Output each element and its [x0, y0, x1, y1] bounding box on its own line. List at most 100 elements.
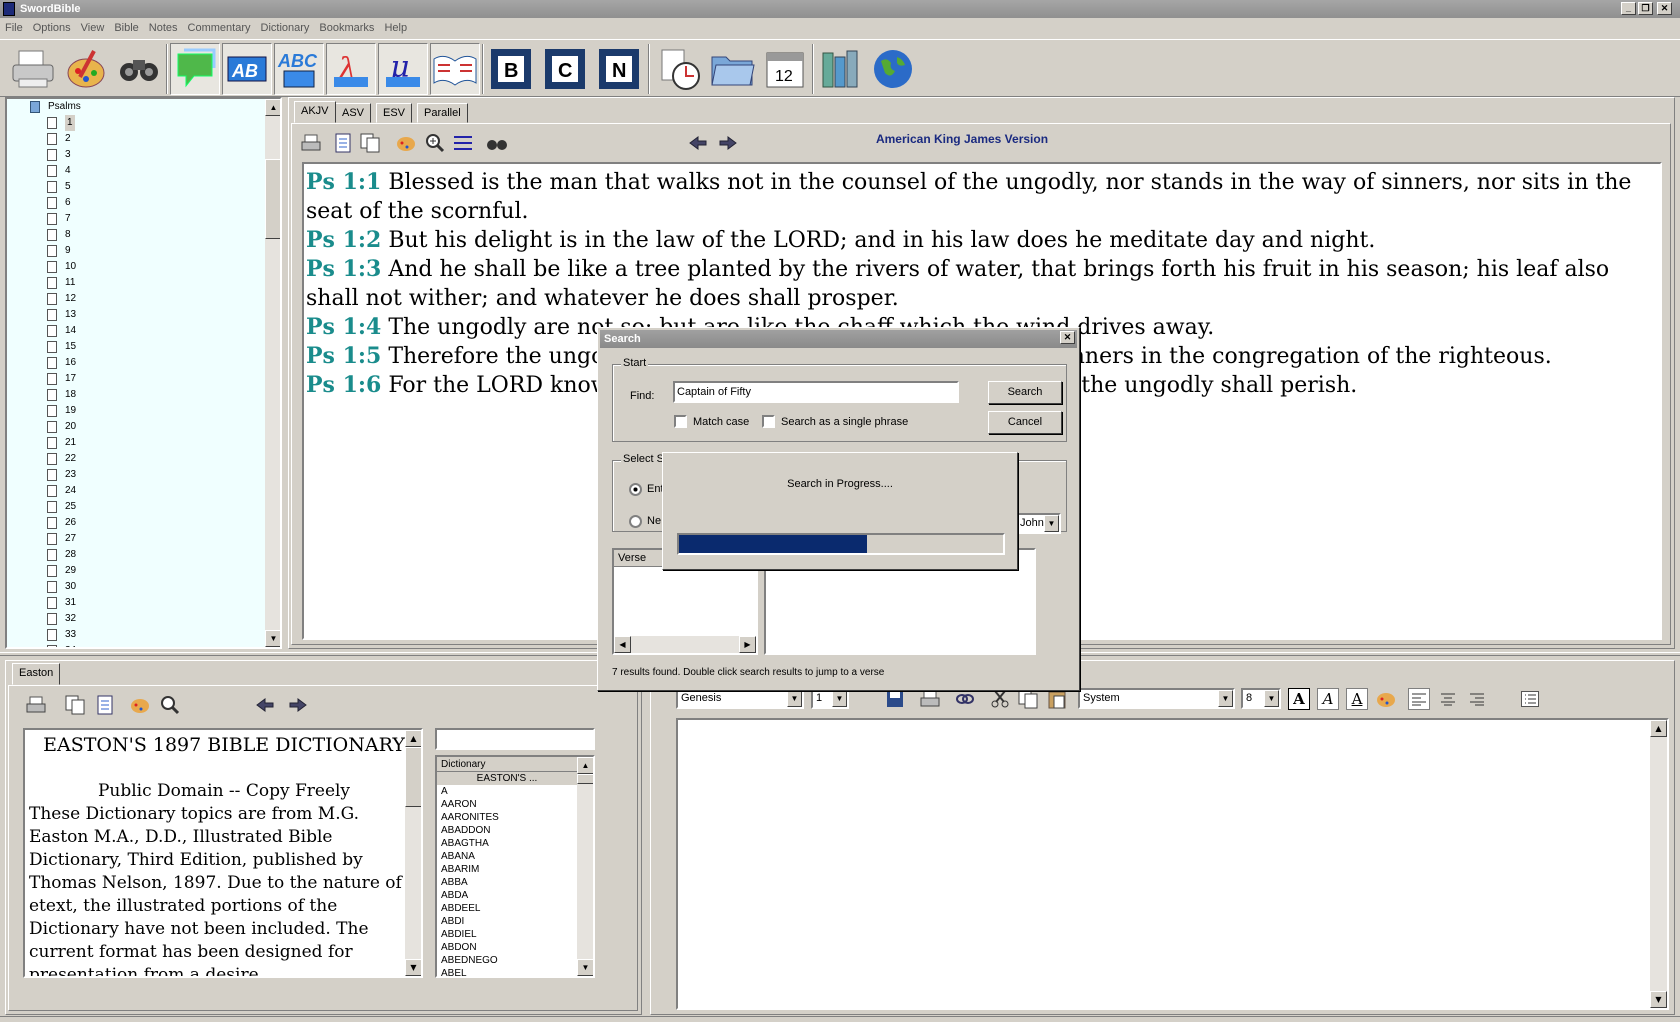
dictionary-entry[interactable]: ABDA: [437, 889, 593, 902]
dictionary-selected[interactable]: EASTON'S ...: [437, 772, 577, 785]
bold-button[interactable]: A: [1288, 688, 1310, 710]
open-folder-button[interactable]: [708, 43, 758, 95]
scroll-left-button[interactable]: ◀: [614, 636, 631, 653]
calendar-button[interactable]: 12: [760, 43, 810, 95]
verse-ref[interactable]: Ps 1:2: [306, 227, 381, 253]
menu-notes[interactable]: Notes: [144, 18, 183, 38]
underline-button[interactable]: A: [1346, 688, 1368, 710]
verse-ref[interactable]: Ps 1:3: [306, 256, 381, 282]
italic-button[interactable]: A: [1317, 688, 1339, 710]
align-right-icon[interactable]: [1466, 688, 1488, 710]
font-select[interactable]: System ▼: [1078, 688, 1235, 709]
scroll-up-button[interactable]: ▲: [1650, 720, 1667, 737]
menu-file[interactable]: File: [0, 18, 28, 38]
search-button[interactable]: [114, 43, 164, 95]
dictionary-button[interactable]: AB: [222, 43, 272, 95]
verse-ref[interactable]: Ps 1:4: [306, 314, 381, 340]
cut-icon[interactable]: [989, 688, 1011, 710]
forward-arrow-icon[interactable]: [287, 694, 309, 716]
dictionary-entry[interactable]: ABDIEL: [437, 928, 593, 941]
results-hscroll[interactable]: ◀ ▶: [614, 636, 756, 653]
verse[interactable]: Ps 1:2 But his delight is in the law of …: [306, 226, 1658, 255]
tree-scrollbar[interactable]: ▲ ▼: [265, 99, 280, 647]
back-arrow-icon[interactable]: [254, 694, 276, 716]
align-center-icon[interactable]: [1437, 688, 1459, 710]
dictionary-entry[interactable]: ABADDON: [437, 824, 593, 837]
print-button[interactable]: [8, 43, 58, 95]
tab-easton[interactable]: Easton: [12, 663, 61, 685]
dictionary-entry[interactable]: ABDON: [437, 941, 593, 954]
print-icon[interactable]: [300, 132, 322, 154]
maximize-button[interactable]: ❐: [1638, 2, 1653, 15]
menu-dictionary[interactable]: Dictionary: [256, 18, 315, 38]
verse-ref[interactable]: Ps 1:5: [306, 343, 381, 369]
dictionary-entry[interactable]: ABARIM: [437, 863, 593, 876]
search-submit-button[interactable]: Search: [988, 381, 1062, 404]
scroll-up-button[interactable]: ▲: [265, 99, 280, 116]
bookmark-c-button[interactable]: C: [540, 43, 590, 95]
new-testament-radio[interactable]: [629, 515, 642, 528]
chevron-down-icon[interactable]: ▼: [832, 690, 847, 707]
menu-options[interactable]: Options: [28, 18, 76, 38]
dictionary-entry[interactable]: ABEL: [437, 967, 593, 976]
dictionary-entry[interactable]: ABBA: [437, 876, 593, 889]
verse-ref[interactable]: Ps 1:1: [306, 169, 381, 195]
scroll-thumb[interactable]: [405, 747, 421, 807]
bookmark-b-button[interactable]: B: [486, 43, 536, 95]
dictionary-entry[interactable]: ABANA: [437, 850, 593, 863]
copy-icon[interactable]: [64, 694, 86, 716]
dictionary-text-scrollbar[interactable]: ▲ ▼: [405, 730, 421, 976]
scroll-down-button[interactable]: ▼: [1650, 991, 1667, 1008]
dictionary-list-scrollbar[interactable]: ▲ ▼: [577, 757, 593, 976]
print-icon[interactable]: [919, 688, 941, 710]
scroll-down-button[interactable]: ▼: [577, 959, 593, 976]
palette-icon[interactable]: [1375, 688, 1397, 710]
notes-book-select[interactable]: Genesis ▼: [676, 688, 804, 709]
tab-asv[interactable]: ASV: [335, 103, 372, 123]
history-button[interactable]: [656, 43, 706, 95]
tab-esv[interactable]: ESV: [376, 103, 413, 123]
dictionary-entry[interactable]: ABDEEL: [437, 902, 593, 915]
menu-commentary[interactable]: Commentary: [183, 18, 256, 38]
link-icon[interactable]: [954, 688, 976, 710]
minimize-button[interactable]: _: [1621, 2, 1636, 15]
web-button[interactable]: [868, 43, 918, 95]
forward-arrow-icon[interactable]: [717, 132, 739, 154]
copy-icon[interactable]: [1017, 688, 1039, 710]
dictionary-entry[interactable]: AARON: [437, 798, 593, 811]
scroll-up-button[interactable]: ▲: [577, 757, 593, 774]
entire-bible-radio[interactable]: [629, 483, 642, 496]
binoculars-icon[interactable]: [486, 132, 508, 154]
verse[interactable]: Ps 1:1 Blessed is the man that walks not…: [306, 168, 1658, 226]
dictionary-search-input[interactable]: [435, 728, 595, 750]
scroll-thumb[interactable]: [577, 774, 593, 784]
copy-icon[interactable]: [359, 132, 381, 154]
color-settings-button[interactable]: [61, 43, 111, 95]
save-icon[interactable]: [884, 688, 906, 710]
dictionary-entry[interactable]: AARONITES: [437, 811, 593, 824]
dictionary-entry[interactable]: ABEDNEGO: [437, 954, 593, 967]
dictionary-entry[interactable]: ABDI: [437, 915, 593, 928]
back-arrow-icon[interactable]: [687, 132, 709, 154]
bookmark-n-button[interactable]: N: [594, 43, 644, 95]
scroll-down-button[interactable]: ▼: [265, 630, 280, 647]
library-button[interactable]: [816, 43, 866, 95]
copy-doc-icon[interactable]: [332, 132, 354, 154]
palette-icon[interactable]: [129, 694, 151, 716]
zoom-icon[interactable]: [424, 132, 446, 154]
verse-ref[interactable]: Ps 1:6: [306, 372, 381, 398]
hebrew-lexicon-button[interactable]: μ: [378, 43, 428, 95]
notes-scrollbar[interactable]: ▲ ▼: [1650, 720, 1667, 1008]
dictionary-entry[interactable]: ABAGTHA: [437, 837, 593, 850]
close-button[interactable]: ✕: [1657, 2, 1672, 15]
greek-lexicon-button[interactable]: λ: [326, 43, 376, 95]
chevron-down-icon[interactable]: ▼: [1218, 690, 1233, 707]
print-icon[interactable]: [25, 694, 47, 716]
dictionary-entry[interactable]: A: [437, 785, 593, 798]
dialog-close-button[interactable]: ✕: [1060, 331, 1075, 344]
tab-parallel[interactable]: Parallel: [417, 103, 468, 123]
scroll-up-button[interactable]: ▲: [405, 730, 421, 747]
scroll-down-button[interactable]: ▼: [405, 959, 421, 976]
zoom-icon[interactable]: [159, 694, 181, 716]
menu-bookmarks[interactable]: Bookmarks: [314, 18, 379, 38]
